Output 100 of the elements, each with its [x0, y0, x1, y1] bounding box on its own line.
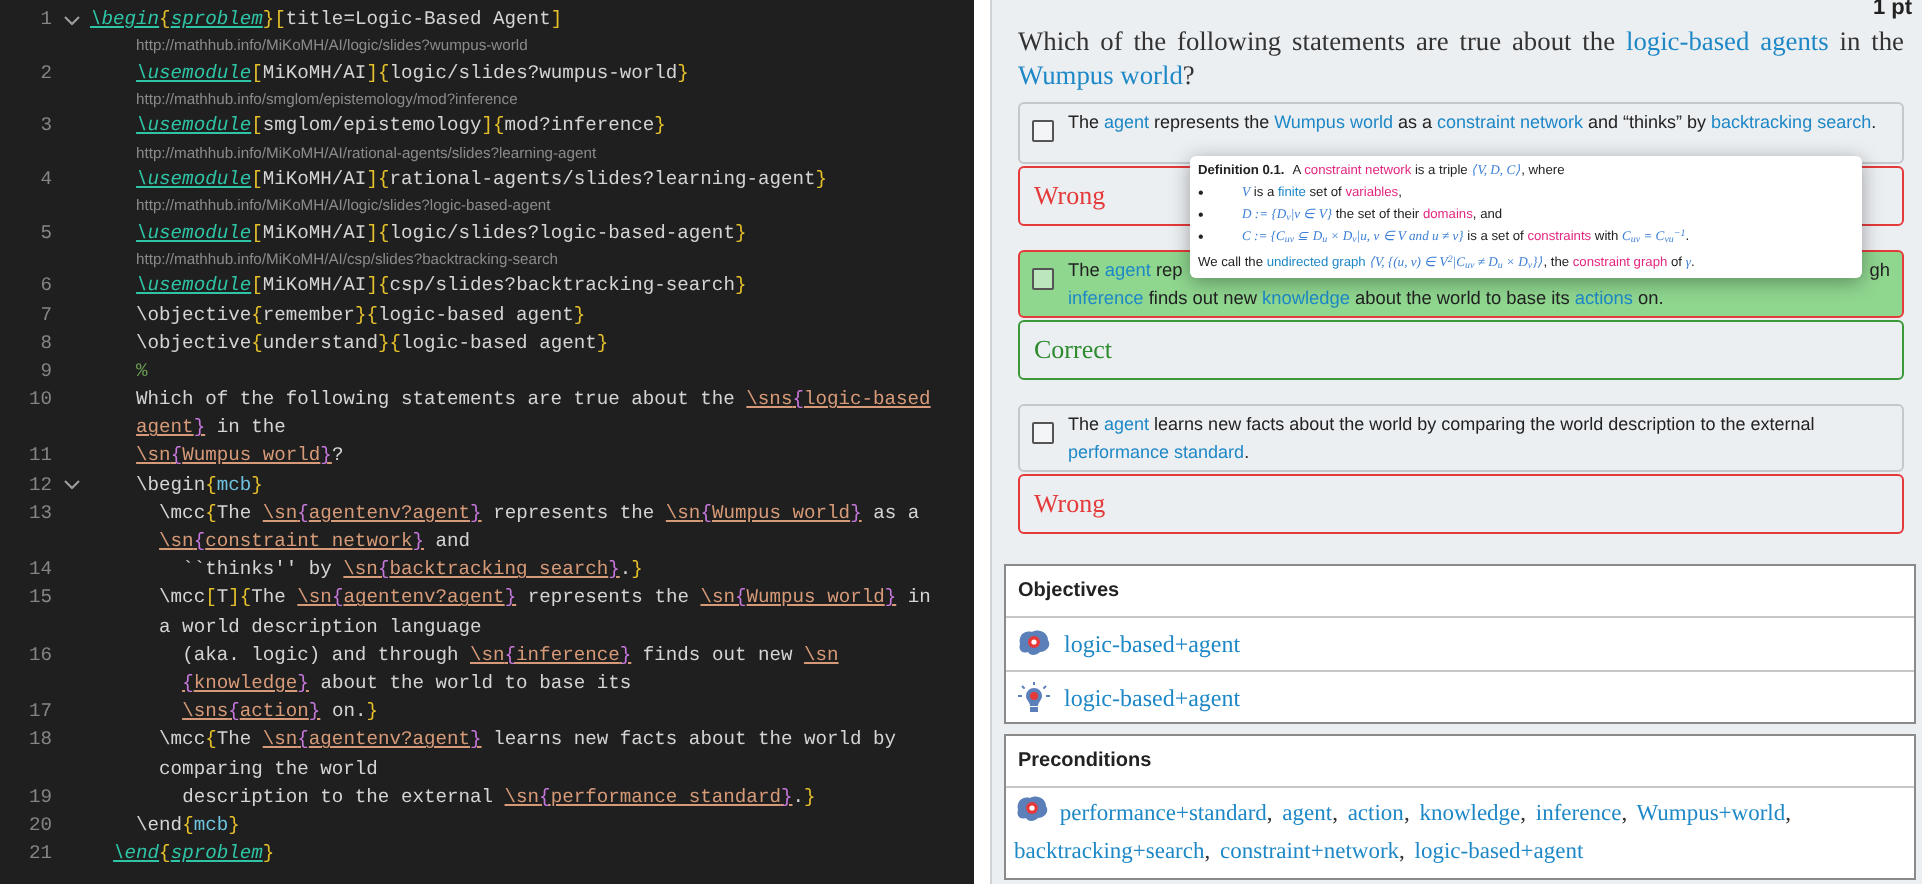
bullet: •: [1198, 226, 1206, 248]
line-number: 19: [26, 783, 52, 812]
separator: ,: [1399, 840, 1405, 864]
separator: ,: [1204, 840, 1211, 864]
option-text: The agent represents the Wumpus world as a constraint network and “thinks” by backtracking search.: [1068, 110, 1879, 136]
chevron-down-icon[interactable]: [63, 480, 79, 491]
line-number: 16: [26, 641, 52, 670]
separator: ,: [1332, 802, 1338, 826]
link[interactable]: agent: [1104, 260, 1151, 280]
line-number: 2: [38, 59, 52, 88]
code-line: \mcc[T]{The \sn{agentenv?agent} represents the \sn{Wumpus world} in: [157, 584, 931, 613]
code-line: {knowledge} about the world to base its: [180, 669, 632, 698]
option-text: The agent rep: [1068, 258, 1183, 284]
line-number: 7: [38, 301, 52, 330]
option-text: inference finds out new knowledge about the world to base its actions on.: [1068, 286, 1666, 312]
code-line: description to the external \sn{performance standard}.}: [180, 783, 816, 812]
checkbox[interactable]: [1032, 422, 1054, 444]
code-line: %: [134, 357, 148, 386]
line-number: 8: [38, 329, 52, 358]
code-line: \usemodule[MiKoMH/AI]{rational-agents/slides?learning-agent}: [134, 165, 828, 194]
line-number: 12: [26, 471, 52, 500]
chevron-down-icon[interactable]: [63, 15, 79, 26]
code-line: \usemodule[MiKoMH/AI]{logic/slides?logic-based-agent}: [134, 219, 747, 248]
link[interactable]: agent: [1104, 414, 1150, 434]
code-line: \sns{action} on.}: [180, 698, 378, 727]
checkbox[interactable]: [1032, 268, 1054, 290]
link[interactable]: action: [1347, 802, 1404, 826]
code-line: agent} in the: [134, 414, 286, 443]
link[interactable]: inference: [1068, 288, 1144, 308]
link[interactable]: actions: [1574, 288, 1633, 308]
separator: ,: [1266, 802, 1273, 826]
line-number: 9: [38, 357, 52, 386]
link[interactable]: constraint+network: [1220, 840, 1400, 864]
feedback-message: Correct: [1018, 320, 1904, 380]
link[interactable]: performance standard: [1068, 442, 1245, 462]
line-number: 3: [38, 112, 52, 141]
link[interactable]: constraint network: [1436, 112, 1584, 132]
link[interactable]: logic-based+agent: [1064, 626, 1241, 662]
link[interactable]: Wumpus world: [1274, 112, 1393, 132]
link[interactable]: logic-based agents: [1625, 26, 1829, 56]
panel-title: Preconditions: [1018, 748, 1152, 776]
line-number: 21: [26, 840, 52, 869]
line-number: 15: [26, 584, 52, 613]
line-number: 17: [26, 698, 52, 727]
code-line: \mcc{The \sn{agentenv?agent} learns new facts about the world by: [157, 726, 897, 755]
link[interactable]: agent: [1282, 802, 1333, 826]
link[interactable]: logic-based+agent: [1414, 840, 1584, 864]
brain-icon: [1014, 794, 1050, 826]
link[interactable]: backtracking search: [1711, 112, 1872, 132]
code-line: \end{sproblem}: [111, 840, 275, 869]
line-number: 14: [26, 556, 52, 585]
code-line: \begin{mcb}: [134, 471, 263, 500]
code-line: \sn{Wumpus world}?: [134, 442, 344, 471]
link[interactable]: inference: [1535, 802, 1622, 826]
code-line: \sn{constraint network} and: [157, 528, 471, 557]
separator: ,: [1403, 802, 1410, 826]
link[interactable]: agent: [1104, 112, 1150, 132]
separator: ,: [1621, 802, 1628, 826]
code-line: \usemodule[MiKoMH/AI]{logic/slides?wumpus-world}: [134, 59, 689, 88]
link[interactable]: Wumpus+world: [1636, 802, 1786, 826]
lightbulb-icon: [1016, 681, 1052, 713]
link[interactable]: backtracking+search: [1014, 840, 1205, 864]
checkbox[interactable]: [1032, 120, 1054, 142]
code-line: \usemodule[smglom/epistemology]{mod?inference}: [134, 112, 666, 141]
link[interactable]: performance+standard: [1059, 802, 1267, 826]
code-line: (aka. logic) and through \sn{inference} finds out new \sn: [180, 641, 839, 670]
line-number: 20: [26, 811, 52, 840]
answer-option[interactable]: The agent learns new facts about the world by comparing the world description to the external performance standard.: [1018, 404, 1904, 472]
question-text: Which of the following statements are true about the logic-based agents in the Wumpus world?: [1018, 24, 1904, 92]
code-line: \objective{remember}{logic-based agent}: [134, 301, 586, 330]
code-line: \mcc{The \sn{agentenv?agent} represents the \sn{Wumpus world} as a: [157, 499, 920, 528]
line-number: 18: [26, 726, 52, 755]
bullet: •: [1198, 182, 1206, 204]
line-number: 6: [38, 272, 52, 301]
code-line: a world description language: [157, 613, 482, 642]
option-text: gh: [1869, 258, 1890, 284]
line-number: 10: [26, 386, 52, 415]
link[interactable]: knowledge: [1262, 288, 1350, 308]
brain-icon: [1016, 628, 1052, 660]
code-line: \begin{sproblem}[title=Logic-Based Agent]: [90, 5, 563, 34]
panel-title: Objectives: [1018, 578, 1120, 606]
separator: ,: [1785, 802, 1791, 826]
separator: ,: [1520, 802, 1527, 826]
feedback-message: Wrong: [1018, 474, 1904, 534]
option-text: The agent learns new facts about the world by comparing the world description to the external performance standard.: [1068, 412, 1817, 466]
bullet: •: [1198, 204, 1206, 226]
line-number: 4: [38, 165, 52, 194]
line-number: 11: [26, 442, 52, 471]
code-line: \objective{understand}{logic-based agent}: [134, 329, 609, 358]
code-line: \usemodule[MiKoMH/AI]{csp/slides?backtracking-search}: [134, 272, 747, 301]
line-number: 13: [26, 499, 52, 528]
code-line: \end{mcb}: [134, 811, 240, 840]
link[interactable]: logic-based+agent: [1064, 679, 1241, 715]
answer-option[interactable]: The agent represents the Wumpus world as a constraint network and “thinks” by backtracking search.: [1018, 102, 1904, 164]
line-number: 5: [38, 219, 52, 248]
link[interactable]: knowledge: [1419, 802, 1521, 826]
link[interactable]: Wumpus world: [1018, 60, 1183, 90]
code-line: comparing the world: [157, 755, 378, 784]
code-line: ``thinks'' by \sn{backtracking search}.}: [180, 556, 643, 585]
line-number: 1: [38, 5, 52, 34]
